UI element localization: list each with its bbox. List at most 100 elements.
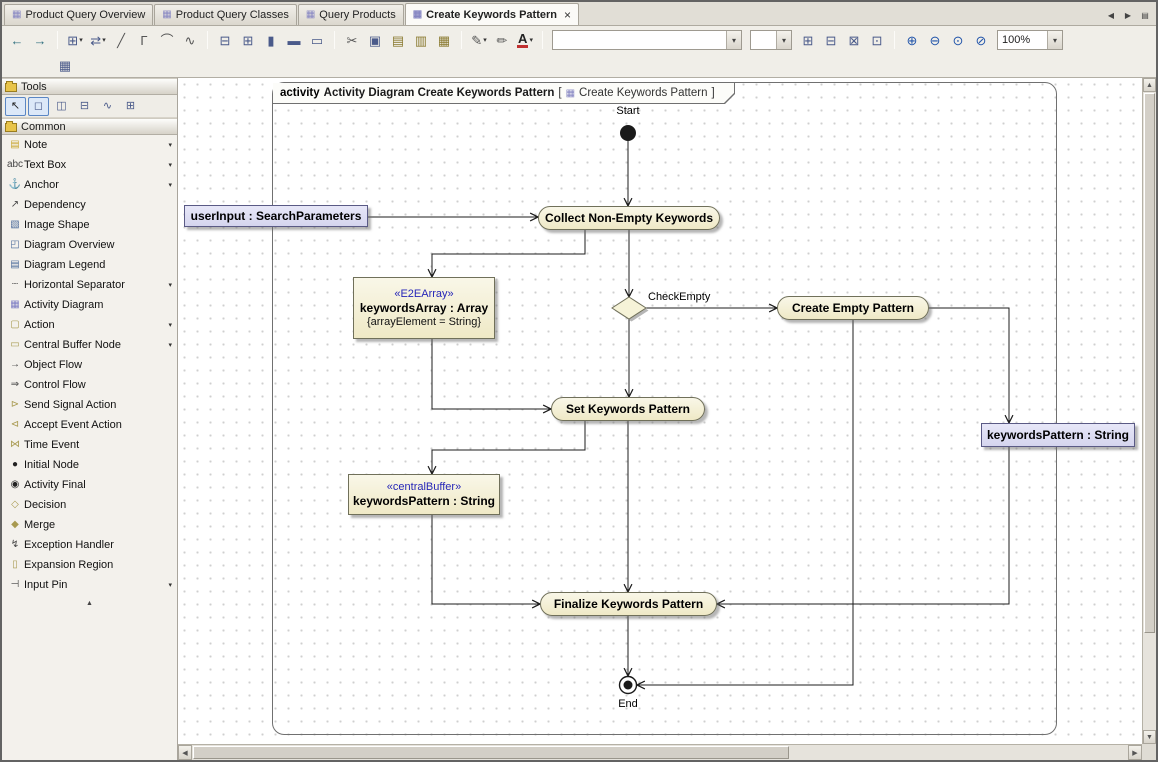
vertical-scroll-thumb[interactable] — [1144, 93, 1155, 633]
marquee-select-tool-button[interactable]: ◻ — [28, 97, 49, 116]
palette-item-activity-final[interactable]: ◉ Activity Final ▾ — [2, 475, 177, 495]
chevron-down-icon: ▾ — [168, 181, 172, 189]
object-node-keywords-pattern[interactable]: keywordsPattern : String — [981, 423, 1135, 447]
tabs-list-button[interactable]: ▤ — [1138, 8, 1152, 22]
make-same-size-button[interactable]: ⊟▾ — [214, 30, 236, 51]
font-color-button[interactable]: A▾ — [514, 30, 536, 51]
rectilinear-path-button[interactable]: Γ▾ — [133, 30, 155, 51]
common-section-header[interactable]: Common — [2, 118, 177, 135]
tab-product-query-classes[interactable]: ▦ Product Query Classes × — [154, 4, 297, 25]
vertical-layout-tool-button[interactable]: ◫ — [51, 97, 72, 116]
palette-item-diagram-overview[interactable]: ◰ Diagram Overview ▾ — [2, 235, 177, 255]
palette-item-time-event[interactable]: ⋈ Time Event ▾ — [2, 435, 177, 455]
buffer-keywords-array[interactable]: «E2EArray» keywordsArray : Array {arrayE… — [353, 277, 495, 339]
draw-shape-button[interactable]: ✏▾ — [491, 30, 513, 51]
palette-item-diagram-legend[interactable]: ▤ Diagram Legend ▾ — [2, 255, 177, 275]
containment-tool-button[interactable]: ⊞ — [120, 97, 141, 116]
palette-scroll-up[interactable]: ▲ — [2, 597, 177, 609]
tab-create-keywords-pattern[interactable]: ▦ Create Keywords Pattern × — [405, 3, 579, 25]
horizontal-scrollbar[interactable]: ◀ ▶ — [178, 744, 1142, 760]
close-tab-icon[interactable]: × — [564, 8, 571, 22]
horizontal-scroll-thumb[interactable] — [193, 746, 789, 759]
action-set-keywords-pattern[interactable]: Set Keywords Pattern — [551, 397, 705, 421]
zoom-combo[interactable]: 100% ▾ — [997, 30, 1063, 50]
draw-path-button[interactable]: ✎▾ — [468, 30, 490, 51]
palette-item-accept-event-action[interactable]: ⊲ Accept Event Action ▾ — [2, 415, 177, 435]
select-tool-button[interactable]: ↖ — [5, 97, 26, 116]
layout-shapes-button[interactable]: ⊞▾ — [64, 30, 86, 51]
activity-diagram-icon: ▦ — [162, 10, 171, 20]
copy-button[interactable]: ▣▾ — [364, 30, 386, 51]
align-left-button[interactable]: ▮▾ — [260, 30, 282, 51]
forward-button[interactable]: →▾ — [29, 30, 51, 51]
tab-scroll-right-button[interactable]: ▶ — [1121, 8, 1135, 22]
action-finalize-keywords-pattern[interactable]: Finalize Keywords Pattern — [540, 592, 717, 616]
palette-item-expansion-region[interactable]: ▯ Expansion Region ▾ — [2, 555, 177, 575]
curved-path-button[interactable]: ⌒▾ — [156, 30, 178, 51]
style-combo[interactable]: ▾ — [750, 30, 792, 50]
palette-item-decision[interactable]: ◇ Decision ▾ — [2, 495, 177, 515]
scroll-down-button[interactable]: ▼ — [1143, 730, 1156, 744]
palette-item-central-buffer-node[interactable]: ▭ Central Buffer Node ▾ — [2, 335, 177, 355]
scroll-right-button[interactable]: ▶ — [1128, 745, 1142, 760]
action-collect-non-empty-keywords[interactable]: Collect Non-Empty Keywords — [538, 206, 720, 230]
palette-item-send-signal-action[interactable]: ⊳ Send Signal Action ▾ — [2, 395, 177, 415]
tools-section-header[interactable]: Tools — [2, 78, 177, 95]
palette-item-text-box[interactable]: abc Text Box ▾ — [2, 155, 177, 175]
element-combo[interactable]: ▾ — [552, 30, 742, 50]
remove-element-button[interactable]: ⊟▾ — [820, 30, 842, 51]
palette-item-icon: ⊲ — [6, 420, 24, 430]
scroll-up-button[interactable]: ▲ — [1143, 78, 1156, 92]
splined-path-button[interactable]: ∿▾ — [179, 30, 201, 51]
zoom-1-1-button[interactable]: ⊙▾ — [947, 30, 969, 51]
palette-item-control-flow[interactable]: ⇒ Control Flow ▾ — [2, 375, 177, 395]
object-node-userinput[interactable]: userInput : SearchParameters — [184, 205, 368, 227]
add-element-button[interactable]: ⊞▾ — [797, 30, 819, 51]
palette-item-initial-node[interactable]: ● Initial Node ▾ — [2, 455, 177, 475]
tab-scroll-left-button[interactable]: ◀ — [1104, 8, 1118, 22]
chevron-down-icon[interactable]: ▾ — [1047, 31, 1062, 49]
paste-special-button[interactable]: ▥▾ — [410, 30, 432, 51]
cut-button[interactable]: ✂▾ — [341, 30, 363, 51]
tools-header-label: Tools — [21, 81, 47, 93]
align-center-button[interactable]: ▬▾ — [283, 30, 305, 51]
zoom-in-button[interactable]: ⊕▾ — [901, 30, 923, 51]
route-paths-button[interactable]: ⇄▾ — [87, 30, 109, 51]
palette-item-note[interactable]: ▤ Note ▾ — [2, 135, 177, 155]
palette-item-exception-handler[interactable]: ↯ Exception Handler ▾ — [2, 535, 177, 555]
palette-item-merge[interactable]: ◆ Merge ▾ — [2, 515, 177, 535]
related-elements-button[interactable]: ⊡▾ — [866, 30, 888, 51]
palette-item-icon: ▤ — [6, 140, 24, 150]
palette-item-anchor[interactable]: ⚓ Anchor ▾ — [2, 175, 177, 195]
palette-item-horizontal-separator[interactable]: ┈ Horizontal Separator ▾ — [2, 275, 177, 295]
chevron-down-icon[interactable]: ▾ — [726, 31, 741, 49]
diagram-frame-header[interactable]: activity Activity Diagram Create Keyword… — [273, 83, 735, 104]
buffer-keywords-pattern[interactable]: «centralBuffer» keywordsPattern : String — [348, 474, 500, 515]
horizontal-layout-tool-button[interactable]: ⊟ — [74, 97, 95, 116]
diagram-overview-button[interactable]: ▦▾ — [54, 55, 76, 76]
palette-item-action[interactable]: ▢ Action ▾ — [2, 315, 177, 335]
align-bottom-button[interactable]: ▭▾ — [306, 30, 328, 51]
palette-item-activity-diagram[interactable]: ▦ Activity Diagram ▾ — [2, 295, 177, 315]
zoom-out-button[interactable]: ⊖▾ — [924, 30, 946, 51]
display-options-button[interactable]: ⊠▾ — [843, 30, 865, 51]
back-button[interactable]: ←▾ — [6, 30, 28, 51]
tab-product-query-overview[interactable]: ▦ Product Query Overview × — [4, 4, 153, 25]
action-create-empty-pattern[interactable]: Create Empty Pattern — [777, 296, 929, 320]
align-shapes-button[interactable]: ⊞▾ — [237, 30, 259, 51]
oblique-tool-button[interactable]: ∿ — [97, 97, 118, 116]
scroll-left-button[interactable]: ◀ — [178, 745, 192, 760]
chevron-down-icon[interactable]: ▾ — [776, 31, 791, 49]
guard-label[interactable]: CheckEmpty — [648, 291, 718, 303]
palette-item-object-flow[interactable]: → Object Flow ▾ — [2, 355, 177, 375]
palette-item-input-pin[interactable]: ⊣ Input Pin ▾ — [2, 575, 177, 595]
paste-with-link-button[interactable]: ▦▾ — [433, 30, 455, 51]
paste-button[interactable]: ▤▾ — [387, 30, 409, 51]
oblique-path-button[interactable]: ╱▾ — [110, 30, 132, 51]
vertical-scrollbar[interactable]: ▲ ▼ — [1142, 78, 1156, 744]
tab-query-products[interactable]: ▦ Query Products × — [298, 4, 404, 25]
palette-item-dependency[interactable]: ↗ Dependency ▾ — [2, 195, 177, 215]
palette-item-image-shape[interactable]: ▧ Image Shape ▾ — [2, 215, 177, 235]
zoom-fit-button[interactable]: ⊘▾ — [970, 30, 992, 51]
diagram-canvas[interactable]: activity Activity Diagram Create Keyword… — [178, 78, 1142, 744]
